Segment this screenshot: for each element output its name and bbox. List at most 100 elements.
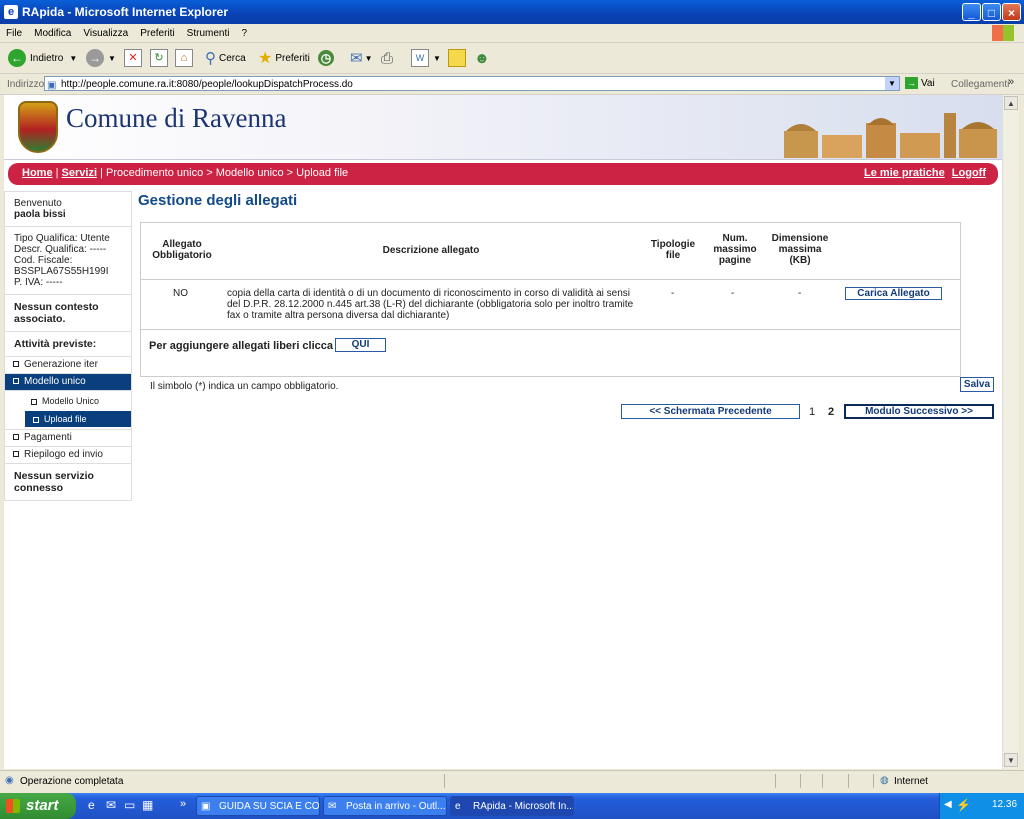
qui-button[interactable]: QUI (335, 338, 386, 352)
outlook-icon: ✉ (328, 801, 337, 812)
go-label: Vai (921, 78, 935, 89)
refresh-button[interactable]: ↻ (150, 47, 168, 69)
sidebar-item-modello-unico[interactable]: Modello unico (5, 374, 131, 391)
app-quicklaunch-icon[interactable]: ▦ (142, 798, 153, 812)
taskbar-item-posta[interactable]: ✉ Posta in arrivo - Outl... (323, 796, 447, 816)
page-viewport: Comune di Ravenna Home | Servizi | Proce… (4, 95, 1002, 769)
status-divider (848, 774, 849, 788)
activities-heading: Attività previste: (5, 332, 131, 357)
print-button[interactable]: ⎙ (381, 47, 393, 69)
start-button[interactable]: start (0, 793, 76, 819)
security-zone: Internet (894, 776, 928, 787)
minimize-button[interactable]: _ (962, 3, 981, 21)
desktop-quicklaunch-icon[interactable]: ▭ (124, 798, 135, 812)
sidebar-item-riepilogo[interactable]: Riepilogo ed invio (5, 447, 131, 464)
address-input[interactable]: ▣ http://people.comune.ra.it:8080/people… (44, 76, 900, 91)
bullet-icon (13, 378, 19, 385)
ravenna-skyline-icon (784, 113, 997, 158)
menu-bar: File Modifica Visualizza Preferiti Strumenti… (0, 24, 1024, 43)
chevron-down-icon: ▼ (433, 53, 441, 63)
scroll-up-arrow-icon[interactable]: ▲ (1004, 96, 1018, 110)
close-button[interactable]: × (1002, 3, 1021, 21)
user-name: paola bissi (14, 209, 66, 220)
menu-help[interactable]: ? (235, 24, 253, 39)
sidebar-item-label: Modello unico (24, 376, 86, 387)
logoff-link[interactable]: Logoff (952, 167, 986, 179)
history-button[interactable]: ◷ (318, 47, 334, 69)
taskbar-item-rapida[interactable]: e RApida - Microsoft In... (450, 796, 574, 816)
task-label: GUIDA SU SCIA E CO... (219, 801, 320, 812)
favorites-button[interactable]: ★ Preferiti (258, 47, 310, 69)
search-button[interactable]: ⚲ Cerca (205, 47, 246, 69)
sidebar-subitem-upload-file[interactable]: Upload file (25, 411, 131, 427)
mail-button[interactable]: ✉ ▼ (350, 47, 373, 69)
page-link-1[interactable]: 1 (809, 406, 815, 418)
go-button[interactable]: → Vai (905, 77, 935, 89)
bullet-icon (13, 451, 19, 458)
back-arrow-icon: ← (8, 49, 26, 67)
discuss-button[interactable] (448, 47, 466, 69)
home-icon: ⌂ (175, 49, 193, 67)
star-icon: ★ (258, 50, 273, 67)
next-module-button[interactable]: Modulo Successivo >> (844, 404, 994, 419)
forward-button[interactable]: → ▼ (86, 47, 116, 69)
chevron-down-icon[interactable]: ▼ (885, 77, 899, 90)
cell-descrizione: copia della carta di identità o di un do… (227, 288, 634, 321)
row-divider (141, 329, 960, 330)
home-link[interactable]: Home (22, 167, 53, 179)
forward-arrow-icon: → (86, 49, 104, 67)
sidebar-item-pagamenti[interactable]: Pagamenti (5, 429, 131, 447)
outlook-quicklaunch-icon[interactable]: ✉ (106, 798, 116, 812)
sidebar-item-label: Upload file (44, 414, 87, 424)
start-label: start (26, 797, 59, 814)
servizi-link[interactable]: Servizi (62, 167, 97, 179)
sidebar-subitem-modello-unico[interactable]: Modello Unico (5, 393, 131, 409)
links-toolbar[interactable]: Collegamenti (951, 79, 1009, 90)
scroll-down-arrow-icon[interactable]: ▼ (1004, 753, 1018, 767)
bullet-icon (31, 398, 37, 405)
bullet-icon (13, 361, 19, 368)
address-label: Indirizzo (7, 79, 45, 90)
sidebar-item-generazione-iter[interactable]: Generazione iter (5, 357, 131, 374)
clock[interactable]: 12.36 (992, 799, 1017, 810)
maximize-button[interactable]: □ (982, 3, 1001, 21)
favorites-label: Preferiti (275, 52, 310, 64)
row-divider (141, 279, 960, 280)
chevron-right-icon[interactable]: » (180, 798, 186, 810)
menu-modifica[interactable]: Modifica (28, 24, 77, 39)
sidebar-item-label: Riepilogo ed invio (24, 449, 103, 460)
welcome-label: Benvenuto (14, 198, 62, 209)
menu-preferiti[interactable]: Preferiti (134, 24, 180, 39)
mail-icon: ✉ (350, 50, 363, 67)
taskbar-item-guida[interactable]: ▣ GUIDA SU SCIA E CO... (196, 796, 320, 816)
word-icon: W (411, 49, 429, 67)
breadcrumb-separator: | (55, 167, 59, 179)
network-icon[interactable]: ⚡ (956, 798, 971, 812)
vertical-scrollbar[interactable]: ▲ ▼ (1002, 95, 1019, 769)
mie-pratiche-link[interactable]: Le mie pratiche (864, 167, 945, 179)
previous-screen-button[interactable]: << Schermata Precedente (621, 404, 800, 419)
ie-quicklaunch-icon[interactable]: e (88, 798, 95, 812)
search-label: Cerca (219, 52, 246, 64)
breadcrumb-bar: Home | Servizi | Procedimento unico > Mo… (8, 163, 998, 185)
carica-allegato-button[interactable]: Carica Allegato (845, 287, 942, 300)
messenger-icon: ☻ (474, 49, 490, 67)
taskbar: start e ✉ ▭ ▦ » ▣ GUIDA SU SCIA E CO... ✉… (0, 793, 1024, 819)
chevron-left-icon[interactable]: ◀ (944, 799, 952, 810)
chevron-down-icon: ▼ (108, 53, 116, 63)
menu-visualizza[interactable]: Visualizza (77, 24, 134, 39)
page-link-2[interactable]: 2 (828, 406, 834, 418)
messenger-button[interactable]: ☻ (474, 47, 490, 69)
task-label: RApida - Microsoft In... (473, 801, 574, 812)
menu-file[interactable]: File (0, 24, 28, 39)
chevron-right-icon[interactable]: » (1008, 76, 1014, 88)
required-note: Il simbolo (*) indica un campo obbligato… (150, 381, 339, 392)
edit-button[interactable]: W ▼ (411, 47, 441, 69)
back-button[interactable]: ← Indietro ▼ (8, 47, 77, 69)
status-divider (822, 774, 823, 788)
menu-strumenti[interactable]: Strumenti (181, 24, 236, 39)
stop-button[interactable]: ✕ (124, 47, 142, 69)
home-button[interactable]: ⌂ (175, 47, 193, 69)
salva-button[interactable]: Salva (960, 377, 994, 392)
site-banner: Comune di Ravenna (4, 95, 1002, 160)
